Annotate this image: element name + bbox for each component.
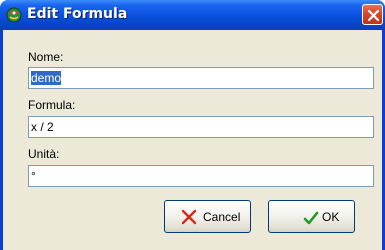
nome-value: demo	[31, 71, 62, 85]
nome-label: Nome:	[28, 50, 64, 64]
ok-label: OK	[322, 210, 340, 224]
close-icon	[367, 9, 380, 22]
dialog-body: Nome: demo Formula: x / 2 Unità: ° Cance…	[3, 30, 382, 250]
cancel-label: Cancel	[203, 210, 241, 224]
unita-label: Unità:	[28, 147, 60, 161]
green-check-icon	[303, 210, 319, 226]
unita-value: °	[31, 169, 36, 183]
app-icon	[6, 7, 22, 23]
ok-button[interactable]: OK	[268, 200, 355, 233]
title-bar[interactable]: Edit Formula	[0, 0, 385, 30]
edit-formula-dialog: Edit Formula Nome: demo Formula: x / 2 U…	[0, 0, 385, 250]
formula-input[interactable]: x / 2	[28, 116, 374, 138]
window-title: Edit Formula	[27, 6, 128, 22]
cancel-button[interactable]: Cancel	[164, 200, 251, 233]
nome-input[interactable]: demo	[28, 67, 374, 89]
close-button[interactable]	[362, 4, 383, 25]
formula-label: Formula:	[28, 98, 76, 112]
formula-value: x / 2	[31, 120, 54, 134]
red-x-icon	[181, 209, 197, 225]
unita-input[interactable]: °	[28, 165, 374, 187]
